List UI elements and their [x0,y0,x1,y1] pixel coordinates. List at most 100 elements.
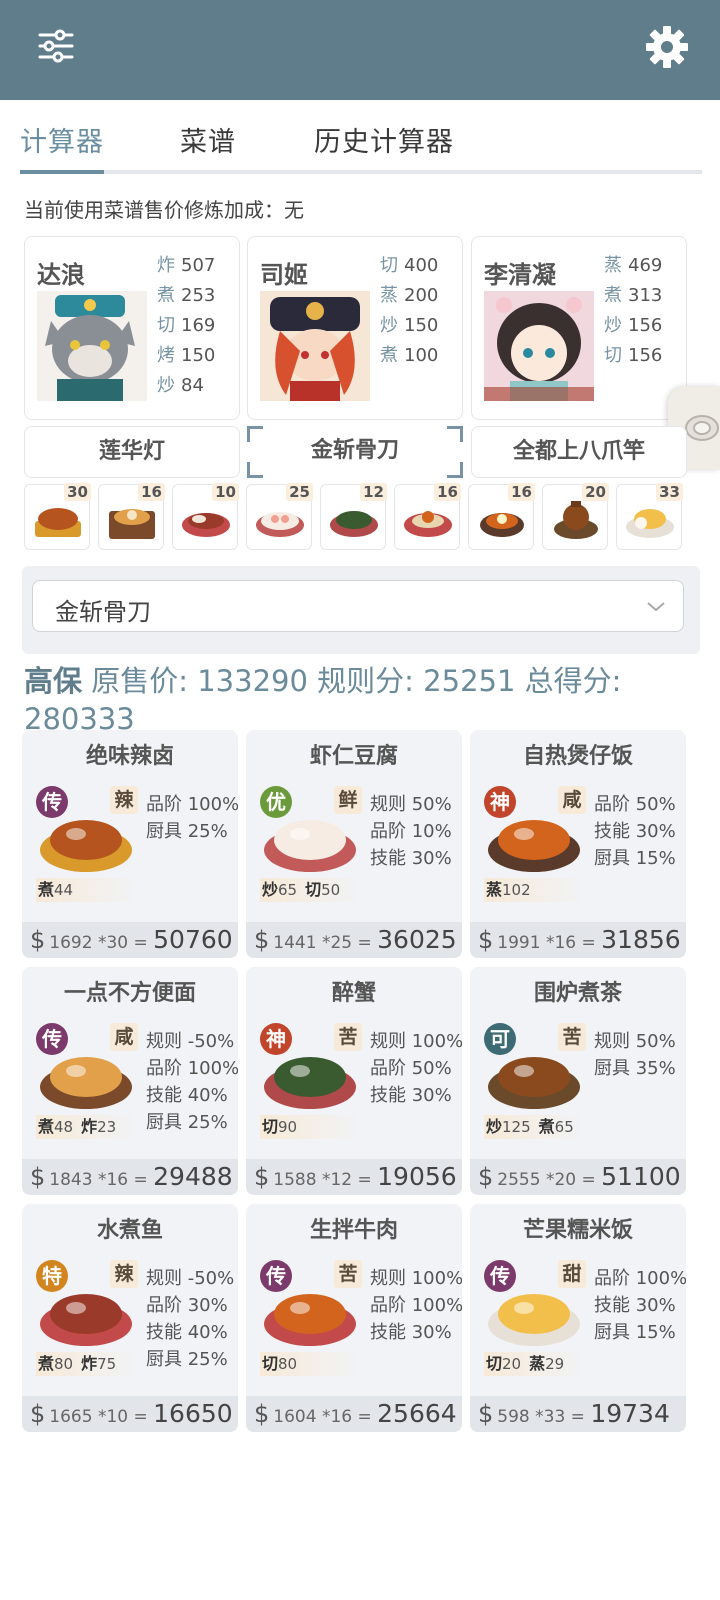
skill-value: 507 [181,255,216,276]
recipe-title: 芒果糯米饭 [522,1218,633,1243]
skill-type: 煮 [380,345,398,366]
equip-select[interactable]: 金斩骨刀 [32,580,684,632]
tab-active-indicator [20,170,104,174]
chef-name: 李清凝 [484,261,556,289]
ingredient-value: 65 [554,1118,574,1136]
rarity-badge: 传 [36,786,68,818]
sliders-icon[interactable] [36,26,76,66]
rule-score-value: 25251 [423,664,516,698]
taste-badge: 苦 [334,1023,362,1051]
dish-thumbnail[interactable]: 30 [24,483,91,550]
skill-type: 蒸 [604,255,622,276]
ingredient-value: 80 [54,1355,74,1373]
recipe-card[interactable]: 芒果糯米饭 传 甜 品阶 100% 技能 30% 厨具 15% 切20 蒸29 $59… [470,1204,686,1432]
dish-thumbnail[interactable]: 33 [616,483,683,550]
recipe-title: 水煮鱼 [96,1218,163,1243]
recipe-card[interactable]: 绝味辣卤 传 辣 品阶 100% 厨具 25% 煮44 $1692 *30 = 5… [22,730,238,958]
dish-thumbnail[interactable]: 16 [468,483,535,550]
ingredient-value: 80 [278,1355,298,1373]
grade-label: 高保 [24,664,83,698]
dish-thumbnail[interactable]: 16 [98,483,165,550]
recipe-attr: 规则 50% [594,1031,676,1052]
recipe-attrs: 品阶 50% 技能 30% 厨具 15% [594,790,676,871]
recipe-attr: 规则 50% [370,794,452,815]
ingredient-skill: 煮 [38,1117,55,1136]
skill-value: 84 [181,375,204,396]
skill-type: 烤 [157,345,175,366]
taste-badge: 咸 [558,786,586,814]
recipe-title: 一点不方便面 [63,981,196,1006]
ingredient-skill: 蒸 [486,880,503,899]
ingredient-value: 90 [278,1118,298,1136]
rarity-badge: 优 [260,786,292,818]
tab-calculator[interactable]: 计算器 [20,120,104,159]
recipe-card[interactable]: 醉蟹 神 苦 规则 100% 品阶 50% 技能 30% 切90 $1588 *12… [246,967,462,1195]
skill-value: 400 [404,255,439,276]
recipe-card[interactable]: 生拌牛肉 传 苦 规则 100% 品阶 100% 技能 30% 切80 $1604 … [246,1204,462,1432]
dish-thumbnail[interactable]: 20 [542,483,609,550]
price-formula: 1692 *30 [49,933,129,953]
chef-card[interactable]: 李清凝 蒸 469 煮 313 炒 156 切 156 [471,236,687,420]
ingredient-requirements: 炒65 切50 [260,878,360,902]
skill-type: 切 [604,345,622,366]
dish-thumbnail[interactable]: 25 [246,483,313,550]
recipe-card[interactable]: 围炉煮茶 可 苦 规则 50% 厨具 35% 炒125 煮65 $2555 *20 … [470,967,686,1195]
chef-skills: 炸 507 煮 253 切 169 烤 150 炒 84 [157,251,237,401]
ingredient-skill: 切 [486,1354,503,1373]
recipe-attrs: 规则 100% 品阶 50% 技能 30% [370,1027,462,1108]
recipe-attr: 技能 30% [594,1295,676,1316]
taste-badge: 咸 [110,1023,138,1051]
recipe-attr: 技能 30% [370,1322,452,1343]
dish-count: 16 [138,483,165,501]
tab-history-calculator[interactable]: 历史计算器 [314,120,454,159]
recipe-attr: 厨具 15% [594,848,676,869]
recipe-title: 虾仁豆腐 [309,744,398,769]
equip-slot-selected[interactable]: 金斩骨刀 [247,426,463,478]
dollar-icon: $ [254,1400,270,1428]
dish-thumbnail[interactable]: 16 [394,483,461,550]
recipe-attr: 厨具 15% [594,1322,676,1343]
chef-card[interactable]: 达浪 炸 507 煮 253 切 169 烤 150 炒 84 [24,236,240,420]
selection-corner [447,462,463,478]
price-total: 36025 [377,925,457,954]
dollar-icon: $ [254,926,270,954]
taste-badge: 辣 [110,1260,138,1288]
recipe-card[interactable]: 一点不方便面 传 咸 规则 -50% 品阶 100% 技能 40% 厨具 25% 煮4… [22,967,238,1195]
dollar-icon: $ [30,1400,46,1428]
tab-recipes[interactable]: 菜谱 [180,120,236,159]
dollar-icon: $ [254,1163,270,1191]
ingredient-value: 29 [545,1355,565,1373]
equip-slot[interactable]: 全都上八爪竿 [471,426,687,478]
skill-value: 169 [181,315,216,336]
dollar-icon: $ [478,1400,494,1428]
gear-icon[interactable] [644,24,690,70]
price-formula: 1441 *25 [273,933,353,953]
chef-card[interactable]: 司姬 切 400 蒸 200 炒 150 煮 100 [247,236,463,420]
dish-thumbnail[interactable]: 10 [172,483,239,550]
skill-value: 150 [181,345,216,366]
dollar-icon: $ [478,1163,494,1191]
equip-slot[interactable]: 莲华灯 [24,426,240,478]
recipe-attr: 技能 30% [370,848,452,869]
tab-bar: 计算器 菜谱 历史计算器 [20,110,702,176]
recipe-card[interactable]: 虾仁豆腐 优 鲜 规则 50% 品阶 10% 技能 30% 炒65 切50 $1441… [246,730,462,958]
price-total: 19734 [590,1399,670,1428]
price-total: 50760 [153,925,233,954]
recipe-card[interactable]: 水煮鱼 特 辣 规则 -50% 品阶 30% 技能 40% 厨具 25% 煮80 炸75… [22,1204,238,1432]
skill-value: 100 [404,345,439,366]
rarity-badge: 传 [36,1023,68,1055]
taste-badge: 甜 [558,1260,586,1288]
selection-corner [447,426,463,442]
ingredient-skill: 煮 [38,880,55,899]
ingredient-value: 20 [502,1355,522,1373]
taste-badge: 鲜 [334,786,362,814]
recipe-attr: 技能 40% [146,1085,228,1106]
rarity-badge: 传 [484,1260,516,1292]
taste-badge: 辣 [110,786,138,814]
ingredient-skill: 蒸 [529,1354,546,1373]
price-total: 25664 [377,1399,457,1428]
skill-value: 150 [404,315,439,336]
taste-badge: 苦 [334,1260,362,1288]
recipe-card[interactable]: 自热煲仔饭 神 咸 品阶 50% 技能 30% 厨具 15% 蒸102 $1991 … [470,730,686,958]
dish-thumbnail[interactable]: 12 [320,483,387,550]
